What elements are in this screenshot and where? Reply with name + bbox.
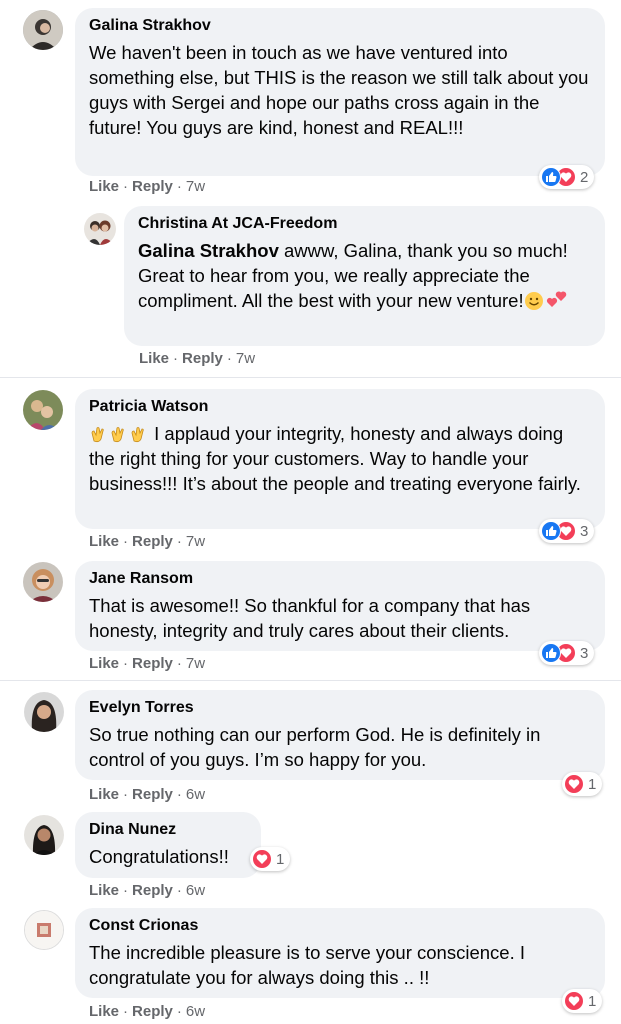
avatar-photo: [84, 213, 116, 245]
reply-button[interactable]: Reply: [132, 178, 173, 195]
like-button[interactable]: Like: [89, 655, 119, 672]
love-icon: [564, 991, 584, 1011]
comment-author[interactable]: Patricia Watson: [89, 397, 591, 417]
comment-time[interactable]: 7w: [186, 533, 205, 550]
avatar-photo: [23, 562, 63, 602]
comment-time[interactable]: 6w: [186, 1003, 205, 1020]
comment-actions: Like · Reply · 7w: [89, 533, 206, 550]
like-button[interactable]: Like: [89, 882, 119, 899]
avatar[interactable]: [24, 692, 64, 732]
avatar[interactable]: [23, 562, 63, 602]
reaction-summary[interactable]: 1: [562, 772, 603, 796]
comment-text: We haven't been in touch as we have vent…: [89, 42, 589, 138]
comment-bubble: Patricia Watson I applaud your integrity…: [75, 389, 605, 529]
comment-actions: Like · Reply · 6w: [89, 882, 206, 899]
comment-bubble: Dina Nunez Congratulations!!: [75, 812, 261, 878]
comment-author[interactable]: Jane Ransom: [89, 569, 591, 589]
avatar-photo: [25, 911, 63, 949]
comment-text: Congratulations!!: [89, 846, 229, 867]
comment-actions: Like · Reply · 7w: [89, 655, 206, 672]
avatar-photo: [23, 10, 63, 50]
reaction-count: 1: [276, 850, 285, 868]
comment-bubble: Galina Strakhov We haven't been in touch…: [75, 8, 605, 176]
avatar[interactable]: [23, 10, 63, 50]
reply-button[interactable]: Reply: [132, 1003, 173, 1020]
reply-bubble: Christina At JCA-Freedom Galina Strakhov…: [124, 206, 605, 346]
love-icon: [252, 849, 272, 869]
mention-link[interactable]: Galina Strakhov: [138, 240, 279, 261]
comment-bubble: Evelyn Torres So true nothing can our pe…: [75, 690, 605, 780]
reply-button[interactable]: Reply: [182, 350, 223, 367]
avatar[interactable]: [24, 910, 64, 950]
reaction-count: 3: [580, 522, 589, 540]
comment-author[interactable]: Evelyn Torres: [89, 698, 591, 718]
like-button[interactable]: Like: [89, 178, 119, 195]
comment-text: So true nothing can our perform God. He …: [89, 724, 541, 770]
comment-actions: Like · Reply · 6w: [89, 786, 206, 803]
like-icon: [541, 167, 561, 187]
comment-time[interactable]: 7w: [236, 350, 255, 367]
comment-author[interactable]: Galina Strakhov: [89, 16, 591, 36]
like-button[interactable]: Like: [89, 533, 119, 550]
like-button[interactable]: Like: [139, 350, 169, 367]
comment-time[interactable]: 6w: [186, 786, 205, 803]
avatar[interactable]: [23, 390, 63, 430]
comment-text: That is awesome!! So thankful for a comp…: [89, 595, 531, 641]
reply-button[interactable]: Reply: [132, 655, 173, 672]
avatar-photo: [24, 692, 64, 732]
divider: [0, 377, 621, 378]
comment-actions: Like · Reply · 7w: [89, 178, 206, 195]
clapping-hands-icon: [129, 424, 149, 444]
love-icon: [564, 774, 584, 794]
like-button[interactable]: Like: [89, 786, 119, 803]
reaction-count: 3: [580, 644, 589, 662]
comment-text: Galina Strakhov awww, Galina, thank you …: [138, 238, 591, 317]
comment-actions: Like · Reply · 7w: [139, 350, 256, 367]
reaction-summary[interactable]: 3: [539, 519, 595, 543]
reaction-summary[interactable]: 2: [539, 165, 595, 189]
reaction-summary[interactable]: 3: [539, 641, 595, 665]
reaction-count: 2: [580, 168, 589, 186]
like-icon: [541, 521, 561, 541]
reply-button[interactable]: Reply: [132, 786, 173, 803]
avatar-photo: [24, 815, 64, 855]
avatar[interactable]: [84, 213, 116, 245]
comment-bubble: Jane Ransom That is awesome!! So thankfu…: [75, 561, 605, 651]
two-hearts-icon: [546, 289, 568, 315]
reaction-count: 1: [588, 775, 597, 793]
comment-text: I applaud your integrity, honesty and al…: [89, 421, 591, 496]
comment-author[interactable]: Const Crionas: [89, 916, 591, 936]
comment-time[interactable]: 6w: [186, 882, 205, 899]
reaction-summary[interactable]: 1: [562, 989, 603, 1013]
comment-author[interactable]: Dina Nunez: [89, 820, 247, 840]
comment-bubble: Const Crionas The incredible pleasure is…: [75, 908, 605, 998]
comment-body: I applaud your integrity, honesty and al…: [89, 423, 581, 494]
comment-actions: Like · Reply · 6w: [89, 1003, 206, 1020]
reaction-count: 1: [588, 992, 597, 1010]
reply-button[interactable]: Reply: [132, 533, 173, 550]
clapping-hands-icon: [89, 424, 109, 444]
like-button[interactable]: Like: [89, 1003, 119, 1020]
reaction-summary[interactable]: 1: [250, 847, 291, 871]
comment-text: The incredible pleasure is to serve your…: [89, 942, 525, 988]
comment-author[interactable]: Christina At JCA-Freedom: [138, 214, 591, 234]
smiling-face-icon: [524, 291, 544, 317]
comment-time[interactable]: 7w: [186, 178, 205, 195]
comment-time[interactable]: 7w: [186, 655, 205, 672]
avatar-photo: [23, 390, 63, 430]
like-icon: [541, 643, 561, 663]
reply-button[interactable]: Reply: [132, 882, 173, 899]
avatar[interactable]: [24, 815, 64, 855]
divider: [0, 680, 621, 681]
clapping-hands-icon: [109, 424, 129, 444]
